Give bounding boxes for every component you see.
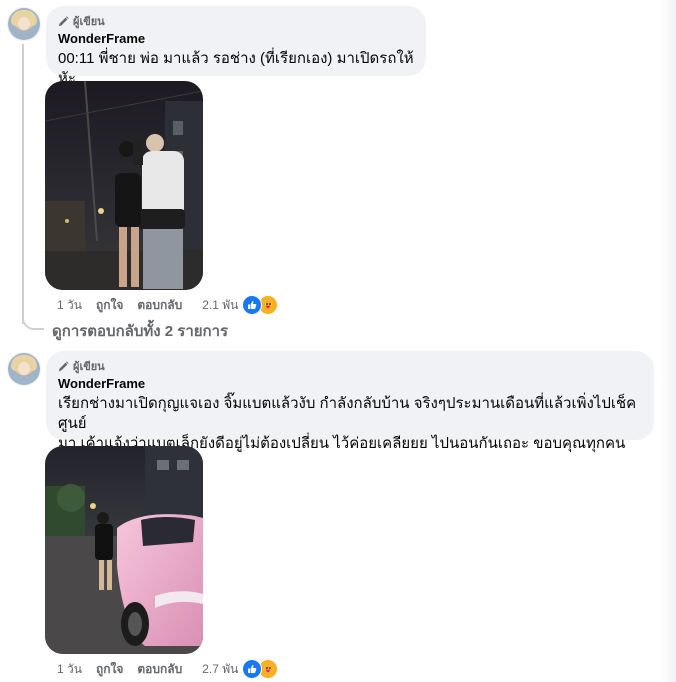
reply-button[interactable]: ตอบกลับ [137, 660, 182, 679]
comment-actions: 1 วัน ถูกใจ ตอบกลับ 2.1 พัน [57, 295, 279, 315]
like-reaction-icon [242, 659, 263, 679]
author-name[interactable]: WonderFrame [58, 376, 642, 392]
reaction-count[interactable]: 2.1 พัน [202, 296, 238, 315]
reaction-count[interactable]: 2.7 พัน [202, 660, 238, 679]
like-reaction-icon [242, 295, 263, 315]
comment-photo[interactable] [45, 81, 203, 290]
like-button[interactable]: ถูกใจ [96, 296, 123, 315]
thread-line [22, 44, 24, 324]
author-badge: ผู้เขียน [58, 14, 414, 28]
author-name[interactable]: WonderFrame [58, 31, 414, 47]
thread-connector [22, 312, 44, 330]
view-replies-link[interactable]: ดูการตอบกลับทั้ง 2 รายการ [52, 322, 228, 342]
comment-bubble: ผู้เขียน WonderFrame เรียกช่างมาเปิดกุญแ… [46, 351, 654, 472]
badge-label: ผู้เขียน [73, 361, 105, 373]
comment-time[interactable]: 1 วัน [57, 296, 82, 315]
page-edge [660, 0, 676, 682]
comment-time[interactable]: 1 วัน [57, 660, 82, 679]
pencil-icon [58, 360, 69, 371]
like-button[interactable]: ถูกใจ [96, 660, 123, 679]
reply-button[interactable]: ตอบกลับ [137, 296, 182, 315]
reaction-icons[interactable] [242, 295, 279, 315]
author-badge: ผู้เขียน [58, 359, 642, 373]
comment-bubble: ผู้เขียน WonderFrame 00:11 พี่ชาย พ่อ มา… [46, 6, 426, 87]
reaction-icons[interactable] [242, 659, 279, 679]
avatar[interactable] [8, 8, 40, 40]
comment-photo[interactable] [45, 446, 203, 654]
badge-label: ผู้เขียน [73, 16, 105, 28]
comment-text-line-1: เรียกช่างมาเปิดกุญแจเอง จิ๊มแบตแล้วงับ ก… [58, 395, 637, 432]
pencil-icon [58, 15, 69, 26]
night-street-photo [45, 81, 203, 290]
comment-actions: 1 วัน ถูกใจ ตอบกลับ 2.7 พัน [57, 659, 279, 679]
avatar[interactable] [8, 353, 40, 385]
pink-car-photo [45, 446, 203, 654]
